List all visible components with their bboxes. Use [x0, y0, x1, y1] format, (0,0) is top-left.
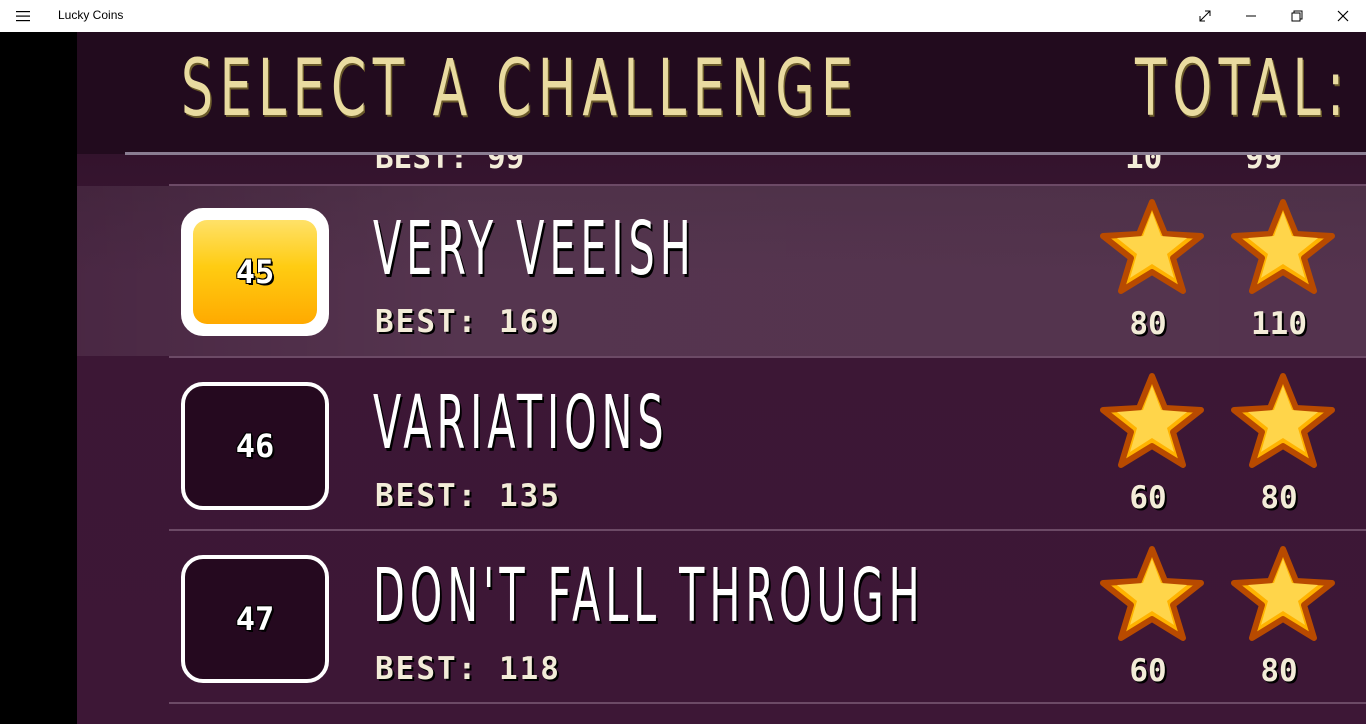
game-viewport: BEST: 99 10 99 SELECT A CHALLENGE TOTAL:…	[77, 32, 1366, 724]
star-icon	[1228, 198, 1338, 294]
best-score: BEST: 135	[375, 478, 561, 514]
restore-button[interactable]	[1274, 0, 1320, 32]
star-value: 60	[1129, 480, 1167, 516]
star-icon	[1097, 372, 1207, 468]
star-icon	[1228, 545, 1338, 641]
best-score: BEST: 118	[375, 651, 561, 687]
challenge-title: VARIATIONS	[373, 380, 669, 466]
menu-icon	[16, 11, 30, 22]
star-value: 80	[1260, 653, 1298, 689]
star-icon	[1097, 198, 1207, 294]
title-bar: Lucky Coins	[0, 0, 1366, 32]
window-title: Lucky Coins	[58, 8, 124, 22]
minimize-icon	[1246, 15, 1256, 17]
page-title: SELECT A CHALLENGE	[181, 44, 860, 134]
star-value: 80	[1260, 480, 1298, 516]
fullscreen-icon	[1199, 10, 1211, 22]
restore-icon	[1291, 10, 1303, 22]
challenge-title: VERY VEEISH	[373, 206, 696, 292]
level-box-47[interactable]: 47	[181, 555, 329, 683]
level-box-46[interactable]: 46	[181, 382, 329, 510]
challenge-row-45[interactable]: 45 VERY VEEISH BEST: 169 80 110	[77, 186, 1366, 356]
star-icon	[1097, 545, 1207, 641]
close-button[interactable]	[1320, 0, 1366, 32]
level-number: 45	[235, 253, 275, 291]
minimize-button[interactable]	[1228, 0, 1274, 32]
header: SELECT A CHALLENGE TOTAL: 7,	[77, 32, 1366, 154]
star-value: 110	[1251, 306, 1307, 342]
star-value: 80	[1129, 306, 1167, 342]
challenge-title: DON'T FALL THROUGH	[373, 553, 925, 639]
total-score: TOTAL: 7,	[1135, 44, 1366, 134]
challenge-row-47[interactable]: 47 DON'T FALL THROUGH BEST: 118 60 80	[77, 531, 1366, 701]
menu-button[interactable]	[6, 4, 40, 28]
close-icon	[1337, 10, 1349, 22]
header-divider	[125, 152, 1366, 155]
row-divider	[169, 702, 1366, 704]
level-number: 47	[235, 600, 275, 638]
challenge-row-46[interactable]: 46 VARIATIONS BEST: 135 60 80	[77, 358, 1366, 528]
best-score: BEST: 169	[375, 304, 561, 340]
fullscreen-button[interactable]	[1182, 0, 1228, 32]
level-number: 46	[235, 427, 275, 465]
level-box-45[interactable]: 45	[181, 208, 329, 336]
star-icon	[1228, 372, 1338, 468]
star-value: 60	[1129, 653, 1167, 689]
